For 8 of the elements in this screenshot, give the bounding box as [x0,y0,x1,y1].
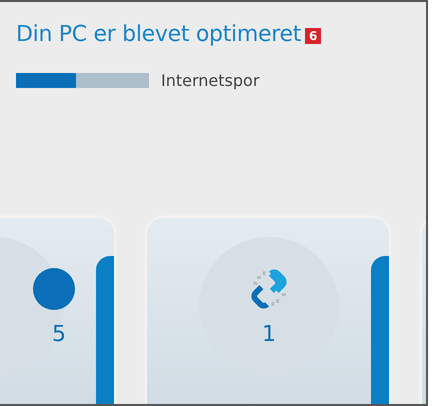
card[interactable]: 5 [0,218,114,404]
card-count: 1 [262,322,276,346]
disc-icon [33,268,75,310]
progress-label: Internetspor [161,71,260,90]
card[interactable]: 1 [147,218,389,404]
step-badge: 6 [305,28,322,44]
page-title: Din PC er blevet optimeret [16,22,302,47]
card-count: 5 [52,322,66,346]
